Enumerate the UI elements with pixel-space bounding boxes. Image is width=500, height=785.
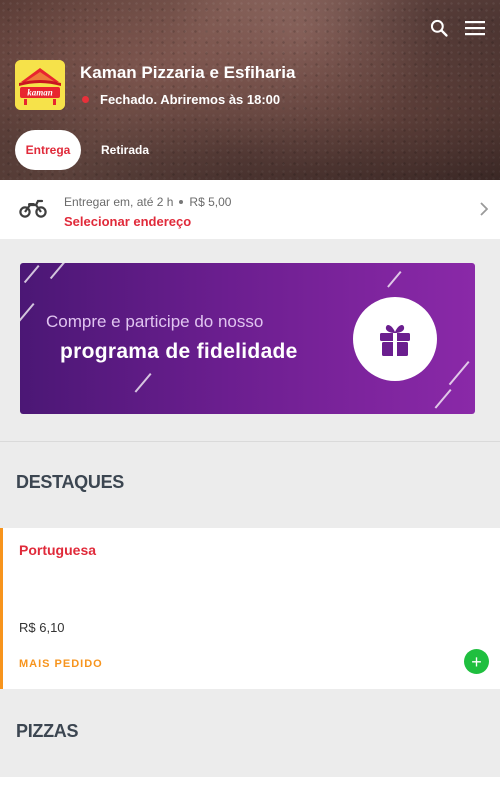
banner-stripe	[134, 373, 152, 393]
store-status-text: Fechado. Abriremos às 18:00	[100, 92, 281, 107]
logo-text: kaman	[27, 88, 53, 98]
delivery-prefix: Entregar em,	[64, 195, 134, 209]
banner-stripe	[448, 361, 470, 386]
status-dot-icon	[82, 96, 89, 103]
tab-pickup[interactable]: Retirada	[101, 143, 149, 157]
motorcycle-icon	[19, 199, 47, 224]
chevron-right-icon	[480, 202, 489, 221]
search-icon[interactable]	[428, 17, 450, 39]
store-status: Fechado. Abriremos às 18:00	[80, 92, 280, 107]
item-price: R$ 6,10	[19, 620, 65, 635]
header-actions	[428, 17, 486, 39]
loyalty-banner[interactable]: Compre e participe do nosso programa de …	[20, 263, 475, 414]
gift-icon	[353, 297, 437, 381]
banner-stripe	[23, 265, 40, 284]
banner-stripe	[434, 389, 452, 409]
item-badge: MAIS PEDIDO	[19, 658, 103, 670]
banner-title: programa de fidelidade	[60, 340, 298, 363]
tab-delivery[interactable]: Entrega	[15, 130, 81, 170]
section-title-pizzas: PIZZAS	[16, 721, 79, 741]
section-title-highlights: DESTAQUES	[16, 472, 124, 492]
banner-stripe	[49, 263, 66, 280]
menu-icon[interactable]	[464, 17, 486, 39]
add-item-button[interactable]: +	[464, 649, 489, 674]
promo-section: Compre e participe do nosso programa de …	[0, 239, 500, 442]
store-logo: kaman	[15, 60, 65, 110]
banner-stripe	[20, 303, 35, 325]
order-type-tabs: Entrega Retirada	[15, 130, 149, 170]
separator-dot	[179, 200, 184, 204]
delivery-fee: R$ 5,00	[189, 195, 232, 209]
delivery-time: até 2 h	[136, 195, 174, 209]
next-card-edge	[0, 777, 500, 785]
delivery-address-row[interactable]: Entregar em, até 2 h R$ 5,00 Selecionar …	[0, 180, 500, 239]
banner-subtitle: Compre e participe do nosso	[46, 312, 264, 331]
store-name: Kaman Pizzaria e Esfiharia	[80, 63, 296, 82]
banner-stripe	[387, 271, 402, 288]
delivery-info: Entregar em, até 2 h R$ 5,00	[64, 195, 231, 209]
item-name: Portuguesa	[19, 542, 97, 558]
select-address-link[interactable]: Selecionar endereço	[64, 214, 191, 229]
featured-item-card[interactable]: Portuguesa R$ 6,10 MAIS PEDIDO +	[0, 528, 500, 689]
